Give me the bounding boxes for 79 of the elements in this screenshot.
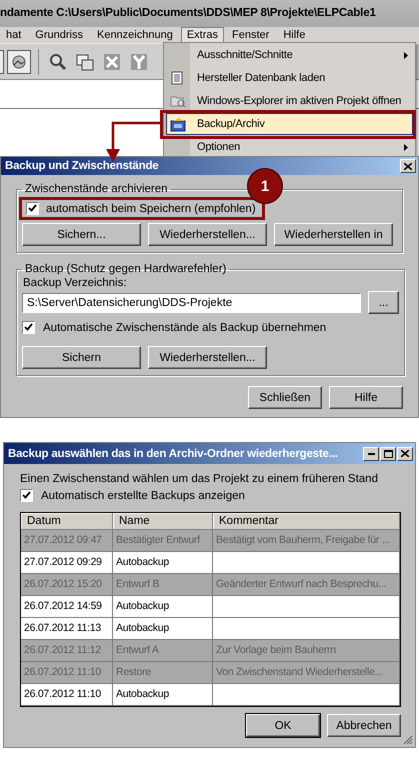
close-icon [401,450,409,457]
instruction-text: Einen Zwischenstand wählen um das Projekt zu einem früheren Stand [20,473,379,485]
group-title: Backup (Schutz gegen Hardwarefehler) [24,263,228,275]
menu-item[interactable]: Windows-Explorer im aktiven Projekt öffnen [166,90,413,112]
document-icon [170,71,184,85]
table-cell: Entwurf B [113,574,213,596]
checkbox[interactable] [22,321,35,334]
table-cell: Restore [113,662,213,684]
checkbox-label: Automatisch erstellte Backups anzeigen [41,490,245,502]
maximize-icon [384,450,392,458]
table-cell: 26.07.2012 11:10 [21,684,113,706]
table-cell: 26.07.2012 11:10 [21,662,113,684]
column-header[interactable]: Kommentar [213,513,400,530]
menu-item[interactable]: Ausschnitte/Schnitte [166,44,413,66]
button[interactable]: OK [246,714,320,737]
table-cell: Autobackup [113,552,213,574]
minimize-icon [368,452,374,454]
table-cell: Zur Vorlage beim Bauherrn [213,640,400,662]
windows-icon [76,52,94,70]
column-header[interactable]: Name [113,513,213,530]
menu-item[interactable]: Grundriss [29,27,89,43]
maximize-button[interactable] [380,446,396,460]
close-icon [404,162,412,170]
checkbox-label: automatisch beim Speichern (empfohlen) [46,202,256,214]
checkbox[interactable] [26,202,39,215]
table-cell: Bestätigter Entwurf [113,530,213,552]
archive-icon [170,117,186,132]
submenu-arrow-icon [404,144,408,151]
folder-search-icon [170,94,186,108]
table-cell: Autobackup [113,618,213,640]
table-cell: 26.07.2012 11:13 [21,618,113,640]
table-cell: Geänderter Entwurf nach Besprechu... [213,574,400,596]
close-button[interactable] [400,159,416,173]
directory-field[interactable]: S:\Server\Datensicherung\DDS-Projekte [22,292,361,312]
landscape-icon [11,54,27,68]
table-cell: 26.07.2012 14:59 [21,596,113,618]
checkbox[interactable] [20,489,33,502]
menu-item[interactable]: hat [0,27,28,43]
submenu-arrow-icon [404,52,408,59]
table-cell: Autobackup [113,684,213,706]
menu-item[interactable]: Backup/Archiv [166,113,413,135]
fork-icon [130,52,148,70]
magnifier-icon [49,52,67,70]
window-title: ndamente C:\Users\Public\Documents\DDS\MEP 8\Projekte\ELPCable1 [0,0,419,27]
resize-grip-icon [402,734,413,745]
table-cell: Entwurf A [113,640,213,662]
table-cell: 26.07.2012 15:20 [21,574,113,596]
checkbox-label: Automatische Zwischenstände als Backup übernehmen [43,322,326,334]
browse-button[interactable]: ... [368,291,399,314]
table-cell: 26.07.2012 11:12 [21,640,113,662]
button[interactable]: Abbrechen [327,714,401,737]
table-cell: Bestätigt vom Bauherrn, Freigabe für ... [213,530,400,552]
column-header[interactable]: Datum [21,513,113,530]
button[interactable]: Sichern [22,346,141,369]
button[interactable]: Sichern... [22,223,141,246]
button[interactable]: Schließen [248,386,322,409]
menu-item[interactable]: Extras [180,27,224,43]
table-cell: Autobackup [113,596,213,618]
table-cell: Von Zwischenstand Wiederherstelle... [213,662,400,684]
menu-item[interactable]: Kennzeichnung [90,27,179,43]
table-cell: 27.07.2012 09:29 [21,552,113,574]
button[interactable]: Hilfe [329,386,403,409]
cross-icon [103,52,121,70]
button[interactable]: Wiederherstellen... [148,346,267,369]
button[interactable]: Wiederherstellen in [274,223,393,246]
minimize-button[interactable] [363,446,379,460]
button[interactable]: Wiederherstellen... [148,223,267,246]
menu-item[interactable]: Hersteller Datenbank laden [166,67,413,89]
menu-item[interactable]: Fenster [226,27,276,43]
close-button[interactable] [397,446,413,460]
map-button[interactable] [7,50,31,74]
table-cell: 27.07.2012 09:47 [21,530,113,552]
menu-item[interactable]: Optionen [166,136,413,156]
dialog-title: Backup auswählen das in den Archiv-Ordner wiederhergeste... [8,448,338,460]
menu-item[interactable]: Hilfe [277,27,312,43]
dialog-title: Backup und Zwischenstände [5,160,158,172]
field-label: Backup Verzeichnis: [23,277,128,289]
step-badge: 1 [247,168,283,204]
group-title: Zwischenstände archivieren [24,183,169,195]
